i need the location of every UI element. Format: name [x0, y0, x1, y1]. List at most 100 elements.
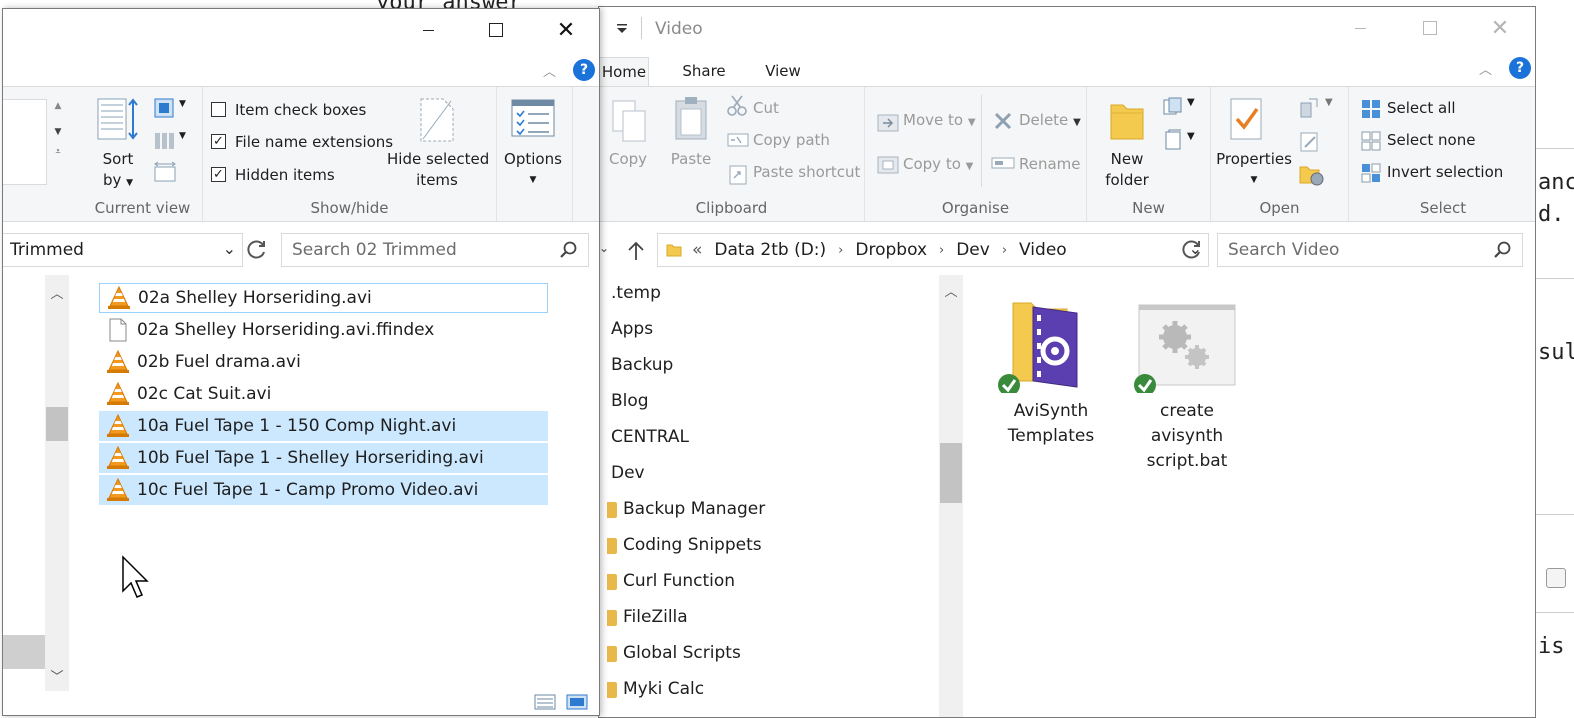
file-row[interactable]: 02c Cat Suit.avi — [99, 379, 548, 409]
maximize-button[interactable] — [461, 9, 531, 51]
layout-gallery[interactable] — [3, 99, 47, 185]
add-columns-icon[interactable] — [153, 129, 175, 151]
rename-button[interactable]: Rename — [1019, 155, 1081, 173]
nav-item-central[interactable]: CENTRAL — [611, 427, 689, 447]
chevron-down-icon[interactable]: ▼ — [179, 99, 186, 109]
up-arrow-icon[interactable] — [627, 241, 645, 261]
maximize-button[interactable] — [1395, 7, 1465, 49]
scroll-up-icon[interactable]: ︿ — [939, 281, 963, 300]
nav-item-curl-function[interactable]: Curl Function — [607, 571, 735, 591]
scrollbar-thumb[interactable] — [46, 407, 68, 441]
new-item-icon[interactable] — [1163, 97, 1185, 117]
chevron-down-icon[interactable]: ▼ — [1187, 131, 1195, 142]
breadcrumb-dropbox[interactable]: Dropbox — [855, 240, 927, 260]
breadcrumb-video[interactable]: Video — [1019, 240, 1067, 260]
breadcrumb-separator-icon[interactable]: › — [939, 243, 944, 258]
collapse-ribbon-icon[interactable]: ︿ — [543, 61, 556, 80]
chevron-down-icon[interactable]: ▼ — [1187, 97, 1195, 108]
nav-item-blog[interactable]: Blog — [611, 391, 649, 411]
nav-item-dev[interactable]: Dev — [611, 463, 645, 483]
refresh-icon[interactable] — [1181, 239, 1203, 261]
item-avisynth-templates[interactable] — [997, 297, 1081, 396]
gallery-scroll[interactable]: ▲ ▼ ⩡ — [49, 101, 67, 185]
scroll-up-icon[interactable]: ︿ — [45, 283, 69, 302]
breadcrumb-separator-icon[interactable]: › — [838, 243, 843, 258]
file-row[interactable]: 02a Shelley Horseriding.avi — [99, 283, 548, 313]
chevron-down-icon[interactable]: ▼ — [49, 127, 67, 137]
file-row[interactable]: 10a Fuel Tape 1 - 150 Comp Night.avi — [99, 411, 548, 441]
select-all-button[interactable]: Select all — [1387, 99, 1456, 117]
file-row[interactable]: 10b Fuel Tape 1 - Shelley Horseriding.av… — [99, 443, 548, 473]
nav-item-backup[interactable]: Backup — [611, 355, 673, 375]
search-input[interactable]: Search Video — [1217, 233, 1523, 267]
breadcrumb-separator-icon[interactable]: › — [1002, 243, 1007, 258]
scrollbar-thumb[interactable] — [940, 443, 962, 503]
details-view-icon[interactable] — [533, 693, 557, 711]
large-icons-view-icon[interactable] — [565, 693, 589, 711]
group-by-icon[interactable] — [153, 97, 175, 119]
history-icon[interactable] — [1299, 163, 1325, 187]
chevron-down-icon[interactable]: ▼ — [179, 131, 186, 141]
item-check-boxes-checkbox[interactable] — [211, 102, 226, 117]
invert-selection-button[interactable]: Invert selection — [1387, 163, 1503, 181]
nav-selected-row[interactable] — [3, 635, 45, 669]
delete-button[interactable]: Delete ▼ — [1019, 111, 1081, 129]
close-button[interactable]: ✕ — [531, 9, 599, 51]
nav-item-global-scripts[interactable]: Global Scripts — [607, 643, 741, 663]
sort-by-button[interactable]: Sort by ▼ — [93, 149, 143, 194]
file-row[interactable]: 10c Fuel Tape 1 - Camp Promo Video.avi — [99, 475, 548, 505]
minimize-button[interactable] — [393, 9, 463, 51]
nav-item-myki-calc[interactable]: Myki Calc — [607, 679, 704, 699]
nav-scrollbar[interactable]: ︿ — [939, 275, 963, 717]
address-dropdown-icon[interactable]: ⌄ — [223, 239, 236, 258]
minimize-button[interactable] — [1325, 7, 1395, 49]
bg-checkbox[interactable] — [1546, 568, 1566, 588]
gallery-expand-icon[interactable]: ⩡ — [49, 147, 67, 157]
breadcrumb-drive[interactable]: Data 2tb (D:) — [714, 240, 826, 260]
nav-item-filezilla[interactable]: FileZilla — [607, 607, 688, 627]
scroll-down-icon[interactable]: ﹀ — [45, 666, 69, 685]
nav-item-apps[interactable]: Apps — [611, 319, 653, 339]
tab-home[interactable]: Home — [599, 57, 649, 87]
help-icon[interactable]: ? — [1509, 57, 1531, 79]
size-columns-icon[interactable] — [153, 161, 177, 183]
file-name-extensions-checkbox[interactable]: ✓ — [211, 134, 226, 149]
address-bar[interactable]: Trimmed ⌄ — [3, 233, 243, 267]
cut-button[interactable]: Cut — [753, 99, 779, 117]
paste-shortcut-button[interactable]: Paste shortcut — [753, 163, 860, 181]
copy-to-button[interactable]: Copy to ▼ — [903, 155, 973, 173]
nav-item-temp[interactable]: .temp — [611, 283, 661, 303]
file-row[interactable]: 02a Shelley Horseriding.avi.ffindex — [99, 315, 548, 345]
address-bar[interactable]: « Data 2tb (D:) › Dropbox › Dev › Video … — [657, 233, 1209, 267]
nav-item-backup-manager[interactable]: Backup Manager — [607, 499, 765, 519]
select-none-button[interactable]: Select none — [1387, 131, 1475, 149]
quick-access-dropdown-icon[interactable] — [615, 23, 629, 35]
nav-scrollbar[interactable]: ︿ ﹀ — [45, 275, 69, 691]
copy-path-button[interactable]: Copy path — [753, 131, 830, 149]
breadcrumb-dev[interactable]: Dev — [956, 240, 990, 260]
tab-share[interactable]: Share — [675, 57, 733, 87]
nav-item-coding-snippets[interactable]: Coding Snippets — [607, 535, 762, 555]
file-row[interactable]: 02b Fuel drama.avi — [99, 347, 548, 377]
breadcrumb-overflow[interactable]: « — [692, 240, 702, 260]
move-to-button[interactable]: Move to ▼ — [903, 111, 976, 129]
item-create-avisynth-script[interactable] — [1129, 297, 1239, 396]
options-button[interactable]: Options ▼ — [503, 149, 563, 191]
search-input[interactable]: Search 02 Trimmed — [281, 233, 589, 267]
collapse-ribbon-icon[interactable]: ︿ — [1479, 59, 1492, 78]
chevron-down-icon[interactable]: ⌄ — [599, 241, 609, 255]
chevron-up-icon[interactable]: ▲ — [49, 101, 67, 111]
easy-access-icon[interactable] — [1163, 129, 1185, 151]
close-button[interactable]: ✕ — [1465, 7, 1535, 49]
copy-button[interactable]: Copy — [605, 149, 651, 170]
properties-button[interactable]: Properties ▼ — [1213, 149, 1295, 191]
edit-icon[interactable] — [1299, 131, 1321, 153]
new-folder-button[interactable]: New folder — [1099, 149, 1155, 191]
hide-selected-items-button[interactable]: Hide selected items — [387, 149, 489, 191]
hidden-items-checkbox[interactable]: ✓ — [211, 167, 226, 182]
tab-view[interactable]: View — [757, 57, 809, 87]
open-icon[interactable] — [1299, 97, 1321, 119]
refresh-icon[interactable] — [246, 239, 268, 261]
help-icon[interactable]: ? — [573, 59, 595, 81]
paste-button[interactable]: Paste — [665, 149, 717, 170]
